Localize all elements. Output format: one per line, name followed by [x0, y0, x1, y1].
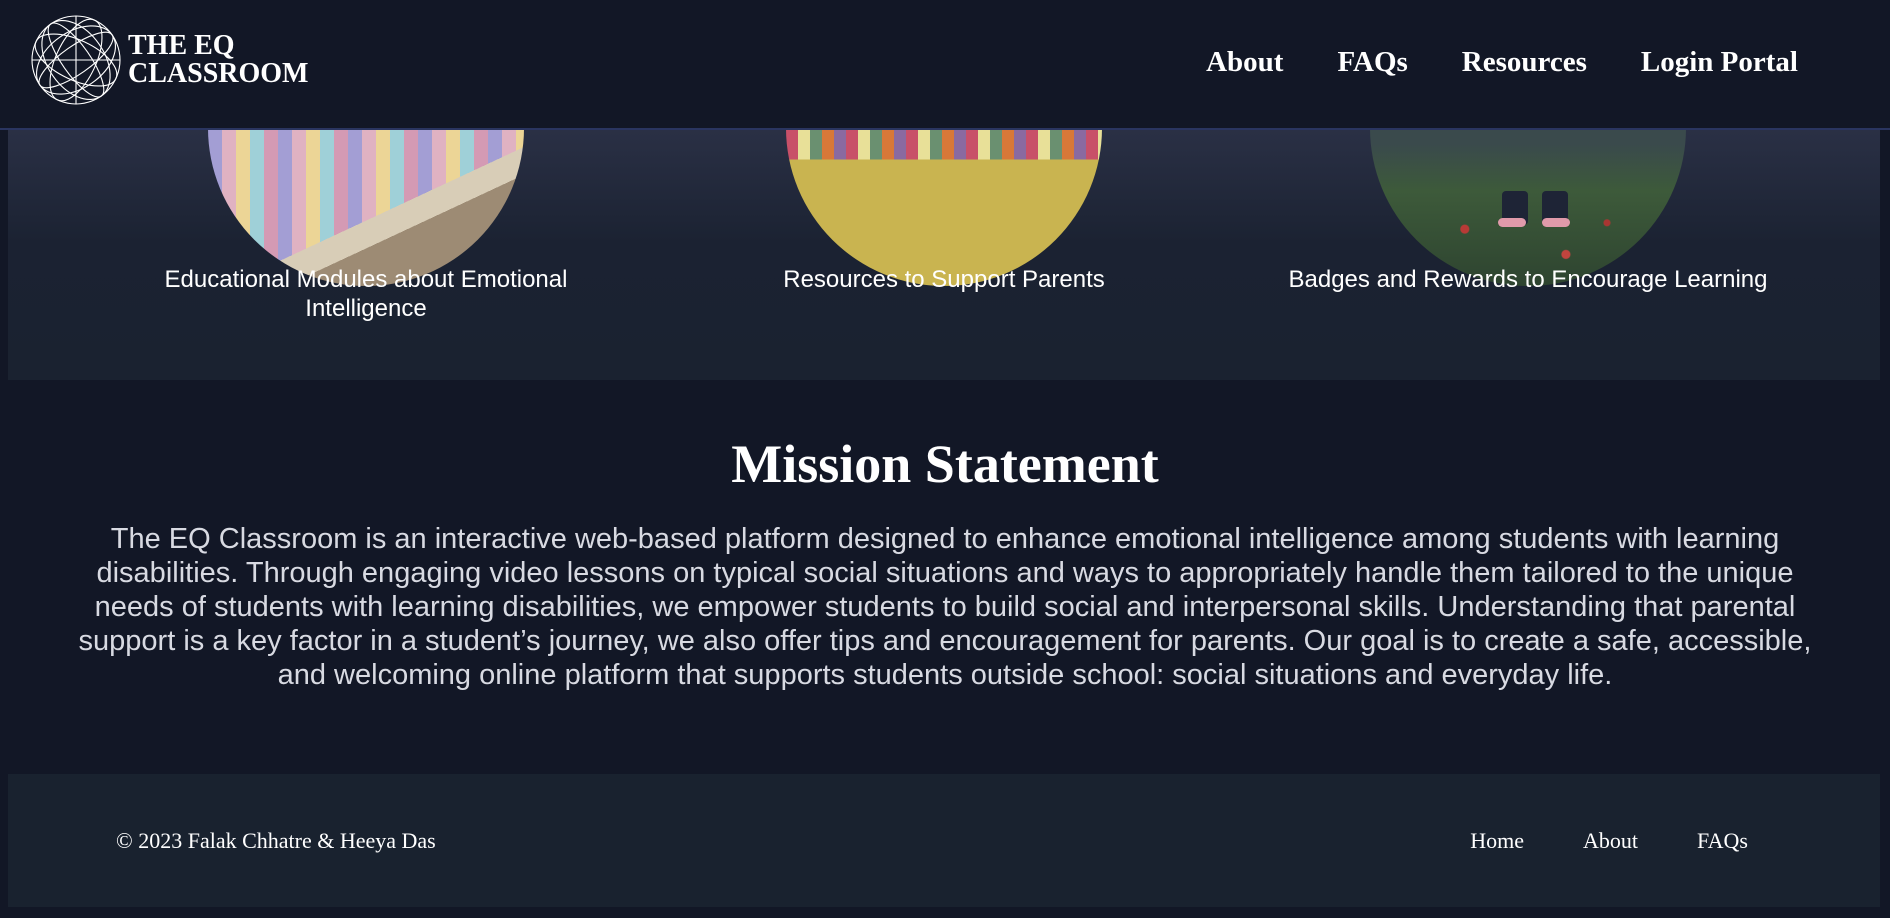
feature-label: Educational Modules about Emotional Inte…	[164, 266, 568, 322]
nav-faqs[interactable]: FAQs	[1337, 46, 1407, 79]
main-nav: About FAQs Resources Login Portal	[1152, 46, 1798, 79]
features-section: Educational Modules about Emotional Inte…	[8, 0, 1880, 380]
copyright-text: © 2023 Falak Chhatre & Heeya Das	[116, 828, 436, 853]
feature-label: Badges and Rewards to Encourage Learning	[1288, 266, 1768, 293]
logo-line-1: THE EQ	[128, 30, 235, 61]
site-footer: © 2023 Falak Chhatre & Heeya Das Home Ab…	[8, 774, 1880, 907]
child-legs-figure	[1498, 185, 1578, 227]
feature-badges-rewards: Badges and Rewards to Encourage Learning	[1268, 0, 1788, 380]
logo-wordmark: THE EQ CLASSROOM	[128, 32, 308, 88]
feature-label: Resources to Support Parents	[783, 266, 1105, 293]
footer-link-about[interactable]: About	[1583, 828, 1638, 854]
footer-nav: Home About FAQs	[1411, 828, 1748, 854]
nav-resources[interactable]: Resources	[1462, 46, 1587, 79]
nav-login-portal[interactable]: Login Portal	[1641, 46, 1798, 79]
mission-body: The EQ Classroom is an interactive web-b…	[78, 523, 1812, 691]
globe-icon	[31, 15, 121, 105]
site-header: THE EQ CLASSROOM About FAQs Resources Lo…	[0, 0, 1890, 130]
footer-link-faqs[interactable]: FAQs	[1697, 828, 1748, 854]
nav-about[interactable]: About	[1206, 46, 1283, 79]
mission-title: Mission Statement	[731, 434, 1159, 494]
feature-educational-modules: Educational Modules about Emotional Inte…	[106, 0, 626, 380]
logo-line-2: CLASSROOM	[128, 58, 309, 89]
feature-parent-resources: Resources to Support Parents	[684, 0, 1204, 380]
footer-link-home[interactable]: Home	[1470, 828, 1524, 854]
site-logo[interactable]: THE EQ CLASSROOM	[30, 14, 308, 106]
